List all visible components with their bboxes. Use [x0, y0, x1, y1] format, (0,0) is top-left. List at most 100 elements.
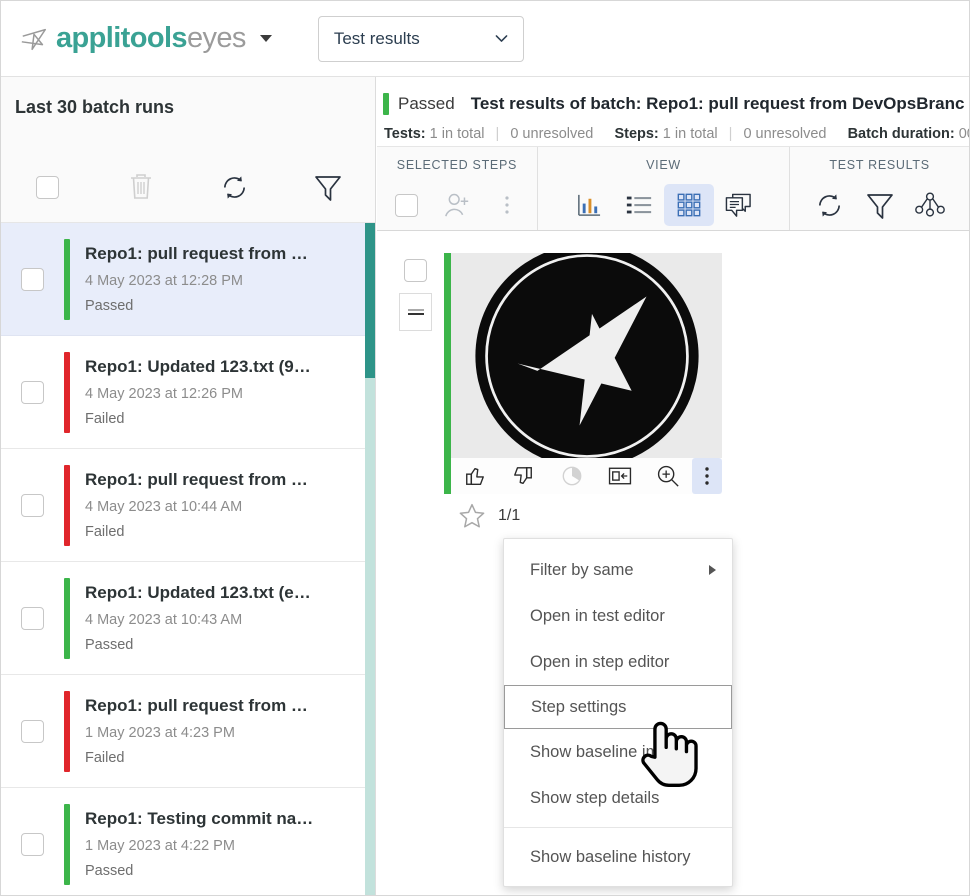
delete-button[interactable] — [95, 173, 189, 201]
toolbar-group-selected-steps: SELECTED STEPS — [377, 147, 537, 230]
assign-user-button[interactable] — [432, 184, 482, 226]
selected-steps-checkbox[interactable] — [382, 184, 432, 226]
top-bar: applitoolseyes Test results — [1, 1, 969, 77]
batch-item-date: 1 May 2023 at 4:23 PM — [85, 725, 308, 741]
batch-item-checkbox[interactable] — [1, 833, 64, 856]
batch-item-status: Failed — [85, 524, 308, 540]
batch-list-item[interactable]: Repo1: pull request from … 1 May 2023 at … — [1, 675, 375, 788]
grid-view-button[interactable] — [664, 184, 714, 226]
batch-runs-toolbar — [1, 152, 375, 223]
batch-item-checkbox[interactable] — [1, 494, 64, 517]
funnel-icon — [866, 191, 894, 220]
step-checkbox[interactable] — [404, 259, 427, 282]
detail-view-button[interactable] — [714, 184, 764, 226]
context-menu-item[interactable]: Filter by same — [504, 547, 732, 593]
list-view-button[interactable] — [614, 184, 664, 226]
checkbox-icon — [21, 607, 44, 630]
summary-divider: | — [496, 126, 500, 142]
batch-runs-header: Last 30 batch runs — [1, 77, 375, 152]
context-menu-item[interactable]: Open in step editor — [504, 639, 732, 685]
batch-item-status: Passed — [85, 863, 313, 879]
compare-button[interactable] — [596, 458, 644, 494]
thumbs-up-icon — [464, 465, 486, 487]
results-summary: Tests: 1 in total | 0 unresolved Steps: … — [383, 126, 969, 142]
chart-view-button[interactable] — [564, 184, 614, 226]
batch-item-checkbox[interactable] — [1, 381, 64, 404]
thumbs-up-button[interactable] — [451, 458, 499, 494]
kebab-icon — [704, 465, 710, 487]
selected-steps-more-button[interactable] — [482, 184, 532, 226]
batch-item-status: Failed — [85, 411, 311, 427]
step-count-label: 1/1 — [498, 507, 520, 525]
batch-list-item[interactable]: Repo1: Updated 123.txt (e…4 May 2023 at … — [1, 562, 375, 675]
batch-title: Test results of batch: Repo1: pull reque… — [471, 94, 965, 114]
magnifier-plus-icon — [656, 464, 680, 488]
step-more-button[interactable] — [692, 458, 722, 494]
app-section-select[interactable]: Test results — [318, 16, 524, 62]
star-outline-icon[interactable] — [458, 502, 486, 530]
context-menu-item-label: Filter by same — [530, 561, 634, 580]
step-body: 1/1 — [444, 253, 722, 530]
list-icon — [625, 193, 653, 217]
batch-item-date: 4 May 2023 at 12:28 PM — [85, 273, 308, 289]
funnel-icon — [314, 173, 342, 202]
grid-icon — [676, 192, 702, 218]
group-results-button[interactable] — [905, 184, 955, 226]
refresh-button[interactable] — [188, 173, 282, 202]
submenu-arrow-icon — [709, 565, 716, 575]
steps-area: 1/1 — [377, 231, 969, 530]
step-status-indicator — [444, 253, 451, 494]
thumbs-down-icon — [512, 465, 534, 487]
scrollbar-thumb[interactable] — [365, 223, 375, 378]
chevron-down-icon — [493, 30, 510, 47]
refresh-results-button[interactable] — [805, 184, 855, 226]
toolbar-group-label: VIEW — [646, 158, 681, 172]
thumbs-down-button[interactable] — [499, 458, 547, 494]
partial-circle-button[interactable] — [547, 458, 595, 494]
batch-item-date: 4 May 2023 at 12:26 PM — [85, 386, 311, 402]
context-menu-item-baseline-history[interactable]: Show baseline history — [504, 834, 732, 880]
select-all-checkbox[interactable] — [1, 176, 95, 199]
step-context-menu: Filter by same Open in test editor Open in… — [503, 538, 733, 887]
kebab-icon — [504, 194, 510, 216]
context-menu-item-label: Open in step editor — [530, 653, 669, 672]
batch-item-status: Failed — [85, 750, 308, 766]
pie-progress-icon — [561, 465, 583, 487]
batch-item-checkbox[interactable] — [1, 720, 64, 743]
tests-unresolved: 0 unresolved — [510, 126, 593, 142]
brand-name-light: eyes — [187, 22, 246, 54]
batch-duration-label: Batch duration: — [848, 126, 955, 142]
context-menu-divider — [504, 827, 732, 828]
batch-item-name: Repo1: pull request from … — [85, 244, 308, 264]
batch-item-checkbox[interactable] — [1, 607, 64, 630]
step-drag-handle[interactable] — [399, 293, 432, 331]
toolbar-group-view: VIEW — [537, 147, 789, 230]
batch-list-item[interactable]: Repo1: pull request from … 4 May 2023 at … — [1, 223, 375, 336]
batch-item-name: Repo1: pull request from … — [85, 470, 308, 490]
toolbar-group-label: TEST RESULTS — [829, 158, 929, 172]
step-footer: 1/1 — [458, 502, 722, 530]
step-action-bar — [451, 458, 722, 494]
batch-list-item[interactable]: Repo1: Testing commit na…1 May 2023 at 4… — [1, 788, 375, 896]
brand-logo[interactable]: applitoolseyes — [19, 24, 272, 54]
step-screenshot-thumbnail[interactable] — [451, 253, 722, 458]
zoom-button[interactable] — [644, 458, 692, 494]
batch-list-scrollbar[interactable] — [365, 223, 375, 896]
toolbar-group-label: SELECTED STEPS — [397, 158, 517, 172]
caret-down-icon[interactable] — [260, 35, 272, 42]
batch-item-name: Repo1: Testing commit na… — [85, 809, 313, 829]
context-menu-item[interactable]: Open in test editor — [504, 593, 732, 639]
refresh-icon — [815, 191, 844, 220]
step-card: 1/1 — [377, 253, 969, 530]
batch-item-name: Repo1: pull request from … — [85, 696, 308, 716]
checkbox-icon — [21, 268, 44, 291]
filter-results-button[interactable] — [855, 184, 905, 226]
batch-item-date: 4 May 2023 at 10:43 AM — [85, 612, 311, 628]
toolbar-group-test-results: TEST RESULTS — [789, 147, 969, 230]
batch-runs-list[interactable]: Repo1: pull request from … 4 May 2023 at … — [1, 223, 375, 896]
batch-list-item[interactable]: Repo1: Updated 123.txt (9…4 May 2023 at … — [1, 336, 375, 449]
filter-button[interactable] — [282, 173, 376, 202]
batch-item-checkbox[interactable] — [1, 268, 64, 291]
context-menu-item-label: Open in test editor — [530, 607, 665, 626]
batch-list-item[interactable]: Repo1: pull request from …4 May 2023 at … — [1, 449, 375, 562]
